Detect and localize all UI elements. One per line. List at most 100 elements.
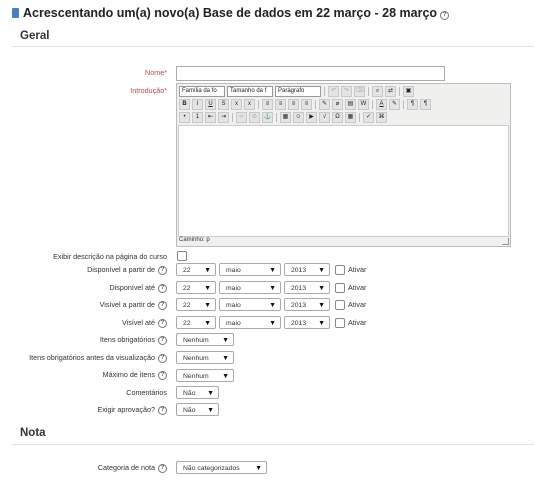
dropdown-arrow-icon: ▼: [222, 373, 229, 380]
align-left-icon[interactable]: ≡: [262, 99, 273, 110]
bold-icon[interactable]: B: [179, 99, 190, 110]
anchor-icon[interactable]: ⚓: [262, 112, 273, 123]
align-right-icon[interactable]: ≡: [288, 99, 299, 110]
bullet-list-icon[interactable]: •: [179, 112, 190, 123]
remove-format-icon[interactable]: ⌀: [332, 99, 343, 110]
day-select[interactable]: 22 ▼: [176, 298, 216, 311]
toolbar-separator: [232, 113, 233, 122]
editor-toolbar-row-3: • 1 ⇤ ⇥ ∞ ⊘ ⚓ ▦ ☺ ▶ √ Ω ▦ ✓ ⌘: [179, 112, 387, 123]
unlink-icon[interactable]: ⊘: [249, 112, 260, 123]
enable-checkbox[interactable]: [335, 283, 345, 293]
italic-icon[interactable]: I: [192, 99, 203, 110]
required-entries-select[interactable]: Nenhum ▼: [176, 333, 234, 346]
special-char-icon[interactable]: Ω: [332, 112, 343, 123]
grade-category-select[interactable]: Não categorizados ▼: [176, 461, 267, 474]
format-select[interactable]: Parágrafo: [275, 86, 321, 97]
font-size-select[interactable]: Tamanho da f: [227, 86, 273, 97]
day-select[interactable]: 22 ▼: [176, 281, 216, 294]
help-icon[interactable]: ?: [158, 284, 167, 293]
help-icon[interactable]: ?: [440, 11, 450, 20]
help-icon[interactable]: ?: [158, 336, 167, 345]
intro-editor[interactable]: Família da fo Tamanho da f Parágrafo ↶ ↷…: [176, 83, 511, 247]
section-general-legend[interactable]: Geral: [20, 30, 49, 42]
approval-label: Exigir aprovação??: [97, 405, 167, 415]
dropdown-arrow-icon: ▼: [318, 320, 325, 327]
spellcheck-icon[interactable]: ✓: [363, 112, 374, 123]
max-entries-select[interactable]: Nenhum ▼: [176, 369, 234, 382]
indent-icon[interactable]: ⇥: [218, 112, 229, 123]
day-select[interactable]: 22 ▼: [176, 316, 216, 329]
year-select[interactable]: 2013 ▼: [284, 281, 330, 294]
enable-label: Ativar: [348, 318, 367, 327]
outdent-icon[interactable]: ⇤: [205, 112, 216, 123]
dropdown-arrow-icon: ▼: [222, 337, 229, 344]
align-justify-icon[interactable]: ≡: [301, 99, 312, 110]
year-select[interactable]: 2013 ▼: [284, 263, 330, 276]
find-icon[interactable]: ⌕: [372, 86, 383, 97]
underline-icon[interactable]: U: [205, 99, 216, 110]
editor-resize-handle[interactable]: [502, 238, 509, 245]
enable-checkbox[interactable]: [335, 318, 345, 328]
help-icon[interactable]: ?: [158, 319, 167, 328]
month-select[interactable]: maio ▼: [219, 263, 281, 276]
redo-icon[interactable]: ↷: [341, 86, 352, 97]
name-label: Nome*: [145, 68, 167, 77]
subscript-icon[interactable]: x: [231, 99, 242, 110]
help-icon[interactable]: ?: [158, 354, 167, 363]
help-icon[interactable]: ?: [158, 464, 167, 473]
link-icon[interactable]: ∞: [236, 112, 247, 123]
media-icon[interactable]: ▶: [306, 112, 317, 123]
emoticon-icon[interactable]: ☺: [293, 112, 304, 123]
fullscreen-icon[interactable]: ▣: [403, 86, 414, 97]
day-select[interactable]: 22 ▼: [176, 263, 216, 276]
section-grade-legend[interactable]: Nota: [20, 427, 46, 439]
equation-icon[interactable]: √: [319, 112, 330, 123]
clear-icon[interactable]: ⌫: [354, 86, 365, 97]
replace-icon[interactable]: ⇄: [385, 86, 396, 97]
ltr-icon[interactable]: ¶: [407, 99, 418, 110]
help-icon[interactable]: ?: [158, 406, 167, 415]
background-color-icon[interactable]: ✎: [389, 99, 400, 110]
toolbar-separator: [276, 113, 277, 122]
font-family-select[interactable]: Família da fo: [179, 86, 225, 97]
strikethrough-icon[interactable]: S: [218, 99, 229, 110]
month-select[interactable]: maio ▼: [219, 281, 281, 294]
comments-label: Comentários: [126, 388, 167, 397]
enable-checkbox[interactable]: [335, 300, 345, 310]
help-icon[interactable]: ?: [158, 301, 167, 310]
undo-icon[interactable]: ↶: [328, 86, 339, 97]
approval-select[interactable]: Não ▼: [176, 403, 219, 416]
toolbar-separator: [372, 100, 373, 109]
dropdown-arrow-icon: ▼: [207, 407, 214, 414]
year-select[interactable]: 2013 ▼: [284, 316, 330, 329]
section-divider: [12, 46, 534, 47]
show-description-checkbox[interactable]: [177, 251, 187, 261]
required-entries-view-select[interactable]: Nenhum ▼: [176, 351, 234, 364]
dropdown-arrow-icon: ▼: [204, 302, 211, 309]
paste-word-icon[interactable]: W: [358, 99, 369, 110]
numbered-list-icon[interactable]: 1: [192, 112, 203, 123]
required-entries-view-label: Itens obrigatórios antes da visualização…: [29, 353, 167, 363]
year-select[interactable]: 2013 ▼: [284, 298, 330, 311]
help-icon[interactable]: ?: [158, 266, 167, 275]
help-icon[interactable]: ?: [158, 371, 167, 380]
dropdown-arrow-icon: ▼: [207, 390, 214, 397]
text-color-icon[interactable]: A: [376, 99, 387, 110]
month-select[interactable]: maio ▼: [219, 298, 281, 311]
rtl-icon[interactable]: ¶: [420, 99, 431, 110]
image-icon[interactable]: ▦: [280, 112, 291, 123]
enable-checkbox[interactable]: [335, 265, 345, 275]
align-center-icon[interactable]: ≡: [275, 99, 286, 110]
superscript-icon[interactable]: x: [244, 99, 255, 110]
comments-select[interactable]: Não ▼: [176, 386, 219, 399]
viewable-to-label: Visível até?: [122, 318, 167, 328]
name-input[interactable]: [176, 66, 445, 81]
cleanup-icon[interactable]: ✎: [319, 99, 330, 110]
paste-text-icon[interactable]: ▤: [345, 99, 356, 110]
editor-content-area[interactable]: [178, 125, 509, 237]
table-icon[interactable]: ▦: [345, 112, 356, 123]
dropdown-arrow-icon: ▼: [318, 267, 325, 274]
html-source-icon[interactable]: ⌘: [376, 112, 387, 123]
dropdown-arrow-icon: ▼: [318, 302, 325, 309]
month-select[interactable]: maio ▼: [219, 316, 281, 329]
